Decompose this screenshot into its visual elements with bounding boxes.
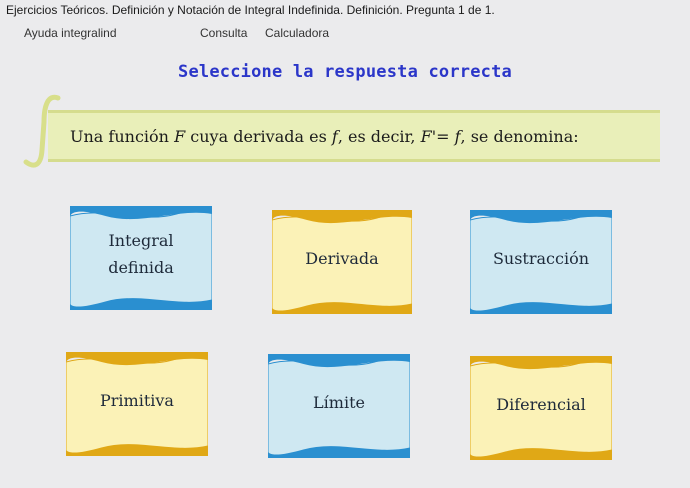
answer-option[interactable]: Diferencial — [470, 356, 612, 460]
window-title: Ejercicios Teóricos. Definición y Notaci… — [6, 3, 495, 17]
question-text: Una función F cuya derivada es f, es dec… — [70, 126, 579, 146]
question-box: Una función F cuya derivada es f, es dec… — [48, 110, 660, 162]
answer-option-text: definida — [108, 258, 174, 277]
answer-option-text: Diferencial — [496, 394, 586, 414]
answer-option-label: Derivada — [272, 245, 412, 272]
answer-option-text: Integral — [108, 231, 174, 250]
menu-item-consulta[interactable]: Consulta — [200, 26, 247, 40]
answer-option[interactable]: Derivada — [272, 210, 412, 314]
menu-item-calculadora[interactable]: Calculadora — [265, 26, 329, 40]
answer-option-text: Primitiva — [100, 390, 174, 410]
instruction-heading: Seleccione la respuesta correcta — [178, 62, 512, 82]
answer-option[interactable]: Integral definida — [70, 206, 212, 310]
answer-option-label: Primitiva — [66, 387, 208, 414]
answer-option-text: Derivada — [305, 248, 379, 268]
answer-option-label: Sustracción — [470, 245, 612, 272]
answer-option[interactable]: Sustracción — [470, 210, 612, 314]
answer-option-label: Integral definida — [70, 227, 212, 281]
answer-option-text: Sustracción — [492, 248, 590, 268]
answer-option[interactable]: Límite — [268, 354, 410, 458]
menu-bar: Ayuda integralind Consulta Calculadora — [0, 22, 690, 42]
answer-option-label: Límite — [268, 389, 410, 416]
answer-option-label: Diferencial — [470, 391, 612, 418]
answer-option-text: Límite — [313, 392, 365, 412]
menu-item-ayuda[interactable]: Ayuda integralind — [24, 26, 117, 40]
answer-option[interactable]: Primitiva — [66, 352, 208, 456]
